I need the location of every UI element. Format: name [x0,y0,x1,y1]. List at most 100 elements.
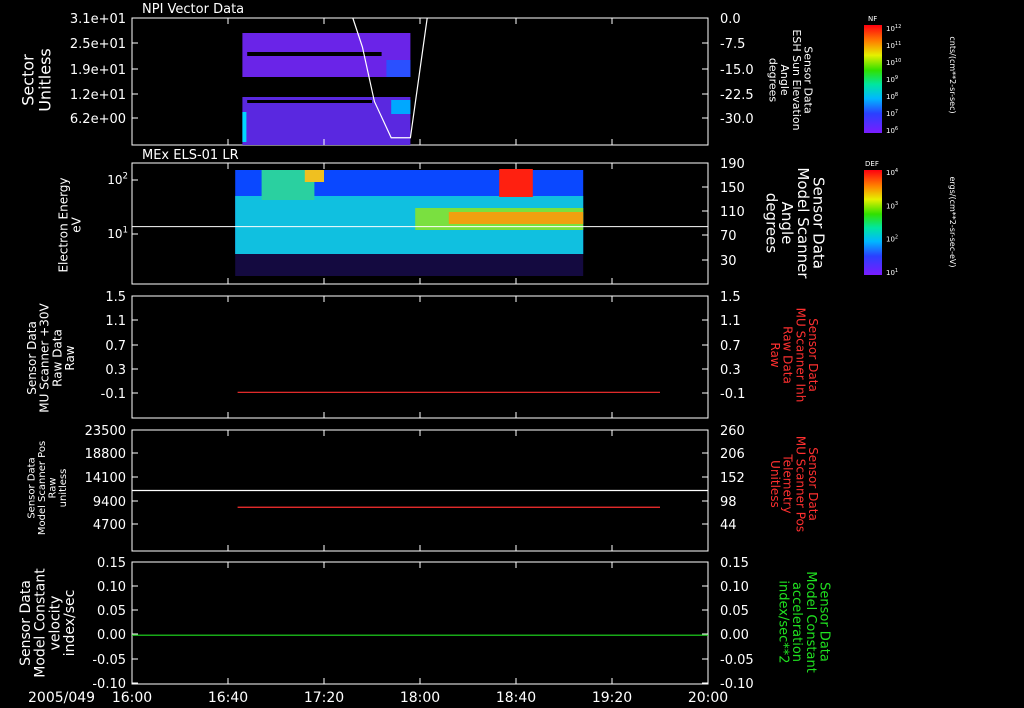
panel-frame [131,295,709,419]
tick-label: 0.15 [97,556,126,571]
left-tick-labels: 3.1e+01 2.5e+01 1.9e+01 1.2e+01 6.2e+00 [70,12,138,127]
colorbar-nf: NF 1012 1011 1010 109 108 107 106 cnts/(cm**2-… [864,15,957,135]
panel-frame [131,561,709,685]
right-tick-labels: 1.5 1.1 0.7 0.3 -0.1 [702,290,745,402]
tick-label: 206 [720,447,745,462]
colorbar-tick-label: 104 [886,168,898,177]
axis-label-line: Model Scanner Pos [37,441,48,535]
axis-label-line: Raw [47,477,58,498]
left-axis-label: Electron EnergyeV [57,177,84,272]
tick-label: 0.10 [720,580,749,595]
tick-label: 260 [720,424,745,439]
time-tick-label: 19:20 [592,690,632,706]
axis-label-line: degrees [767,58,780,103]
tick-label: -15.0 [720,63,754,78]
right-axis-label: Sensor DataMU Scanner InhRaw DataRaw [768,308,820,403]
spectrogram-gap [247,52,382,56]
axis-label-line: Raw [768,342,782,367]
tick-label: 23500 [85,424,126,439]
tick-label: 14100 [85,471,126,486]
spectrogram-block [235,254,584,276]
left-axis-label: Sensor Data Model Scanner Pos Raw unitless [26,441,69,535]
time-tick-label: 16:40 [208,690,248,706]
time-tick-labels: 16:00 16:40 17:20 18:00 18:40 19:20 20:00 [112,18,728,706]
tick-label: -30.0 [720,112,754,127]
colorbar-tick-labels: 104 103 102 101 [886,168,898,277]
tick-label: 44 [720,518,737,533]
tick-label: -7.5 [720,37,745,52]
colorbar-label: NF [868,15,877,23]
axis-label-line: Sensor Data [18,580,34,666]
colorbar-tick-label: 109 [886,75,898,84]
panel-scanner-pos: 23500 18800 14100 9400 4700 260 206 152 98 44 Se… [26,424,820,552]
tick-label: 1.5 [720,290,741,305]
tick-label: 190 [720,157,745,172]
axis-label-line: Sensor Data [26,457,37,518]
left-tick-labels: 0.150.100.050.00-0.05-0.10 [92,556,138,692]
right-axis-label: Sensor DataModel Constantaccelerationind… [776,571,832,673]
colorbar-units: cnts/(cm**2-sr-sec) [948,36,957,113]
right-axis-label: Sensor DataESH Sun ElevationAngledegrees [767,29,815,130]
left-axis-label: SectorUnitless [19,48,55,112]
spectrogram-block [242,112,247,142]
time-tick-label: 18:00 [400,690,440,706]
tick-label: 0.00 [720,628,749,643]
time-tick-label: 17:20 [304,690,344,706]
colorbar-gradient [864,25,882,133]
colorbar-tick-label: 102 [886,235,898,244]
tick-label: 150 [720,181,745,196]
date-label: 2005/049 [28,690,95,706]
tick-label: 30 [720,254,737,269]
left-axis-label: Sensor DataMU Scanner +30VRaw DataRaw [25,303,77,413]
tick-label: 1.9e+01 [70,63,126,78]
right-tick-labels: 0.0 -7.5 -15.0 -22.5 -30.0 [702,12,754,127]
left-tick-labels: 102 101 [107,172,138,241]
spectrogram-block [448,212,584,224]
colorbar-tick-label: 1012 [886,24,901,33]
spectrogram-image [242,33,411,145]
tick-label: 0.05 [97,604,126,619]
colorbar-tick-label: 1010 [886,58,901,67]
tick-label: 102 [107,172,128,187]
colorbar-gradient [864,170,882,275]
right-axis-label: Sensor DataMU Scanner PosTelemetryUnitle… [768,436,820,532]
tick-label: 1.2e+01 [70,88,126,103]
tick-label: -0.05 [720,653,754,668]
tick-label: 0.00 [97,628,126,643]
tick-label: 1.1 [720,314,741,329]
series-lines [132,489,708,508]
axis-label-line: Model Constant [33,568,49,678]
tick-label: 0.15 [720,556,749,571]
axis-label-line: velocity [47,596,63,651]
tick-label: 110 [720,205,745,220]
colorbar-units: ergs/(cm**2-sr-sec-eV) [948,176,957,267]
tick-label: 0.7 [720,339,741,354]
colorbar-tick-label: 101 [886,268,898,277]
tick-label: -0.1 [720,387,745,402]
panel-mu-30v: 1.5 1.1 0.7 0.3 -0.1 1.5 1.1 0.7 0.3 -0.1 Sensor… [25,290,820,419]
tick-label: 0.3 [105,363,126,378]
axis-label-line: eV [69,216,83,232]
time-tick-label: 20:00 [688,690,728,706]
spectrogram-block [304,170,324,182]
panel-frame [131,17,709,146]
tick-label: 4700 [93,518,126,533]
colorbar-tick-label: 106 [886,126,898,135]
panel-title: MEx ELS-01 LR [142,148,239,163]
panel-els: MEx ELS-01 LR 102 101 190 150 110 70 30 Elect… [57,148,828,285]
tick-label: 0.0 [720,12,741,27]
colorbar-tick-label: 1011 [886,41,901,50]
tick-label: 0.3 [720,363,741,378]
axis-label-line: Raw [63,345,77,370]
tick-label: 1.1 [105,314,126,329]
colorbar-tick-label: 107 [886,109,898,118]
spectrogram-block [391,100,411,114]
tick-label: -0.1 [101,387,126,402]
axis-label-line: Unitless [768,460,782,508]
tick-label: 1.5 [105,290,126,305]
colorbar-tick-label: 108 [886,92,898,101]
tick-label: 18800 [85,447,126,462]
panel-model-constant: 0.150.100.050.00-0.05-0.10 0.150.100.050… [18,556,832,692]
tick-label: 0.05 [720,604,749,619]
right-axis-label: Sensor DataModel ScannerAngledegrees [762,167,827,279]
